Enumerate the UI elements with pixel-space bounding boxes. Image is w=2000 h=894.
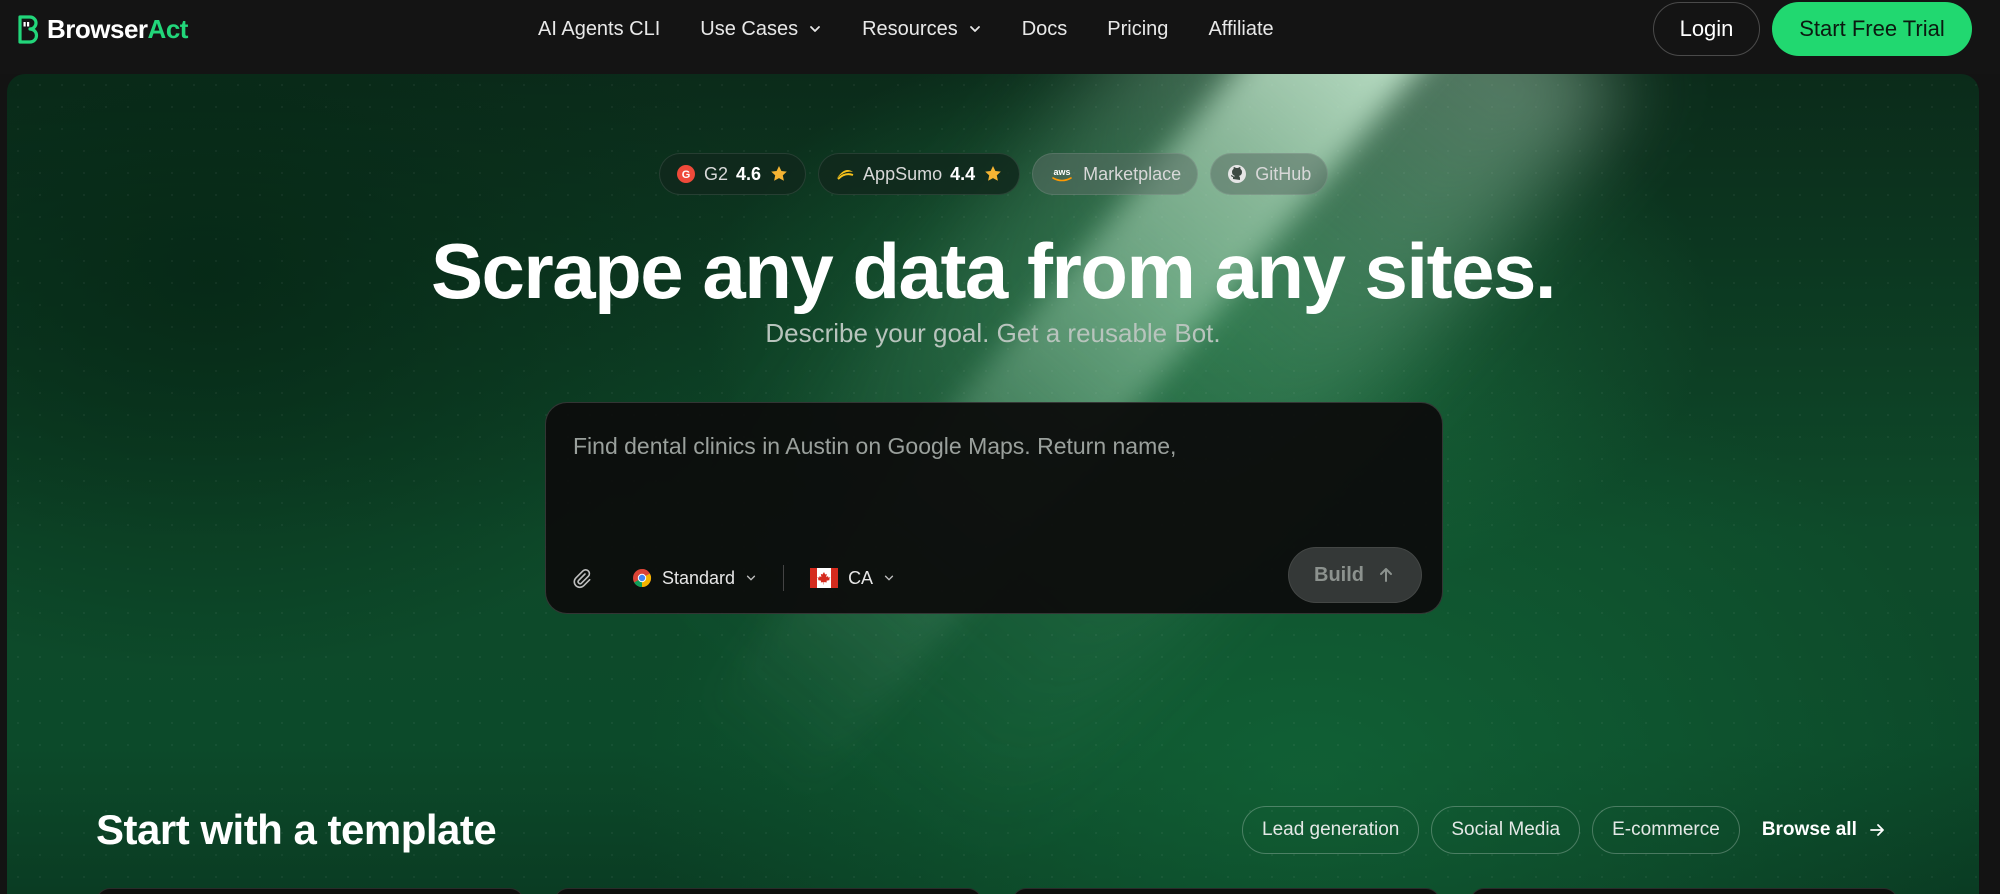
- hero-subtitle: Describe your goal. Get a reusable Bot.: [765, 318, 1221, 348]
- svg-text:G: G: [682, 169, 691, 181]
- toolbar-divider: [783, 565, 785, 591]
- template-cards: [96, 888, 1898, 894]
- nav-link-resources[interactable]: Resources: [862, 18, 982, 41]
- build-button[interactable]: Build: [1288, 547, 1422, 603]
- chip-e-commerce[interactable]: E-commerce: [1592, 806, 1740, 854]
- badge-g2[interactable]: G G2 4.6: [659, 153, 807, 195]
- chevron-down-icon: [746, 575, 756, 581]
- hero-title: Scrape any data from any sites.: [431, 227, 1557, 315]
- arrow-right-icon: [1869, 824, 1884, 836]
- logo[interactable]: BrowserAct: [17, 13, 188, 45]
- badge-rating: 4.6: [736, 163, 762, 184]
- template-filters: Lead generation Social Media E-commerce …: [1242, 806, 1887, 854]
- rating-badges: G G2 4.6 AppSumo 4.4 aws Marketplace Git…: [659, 153, 1329, 195]
- chevron-down-icon: [810, 26, 821, 32]
- chevron-down-icon: [884, 575, 894, 581]
- badge-name: Marketplace: [1083, 163, 1182, 184]
- appsumo-icon: [837, 170, 854, 180]
- build-button-label: Build: [1314, 563, 1364, 586]
- aws-icon: aws: [1052, 167, 1072, 182]
- badge-aws-marketplace[interactable]: aws Marketplace: [1032, 153, 1199, 195]
- country-select[interactable]: CA: [810, 568, 895, 589]
- paperclip-icon[interactable]: [570, 567, 592, 589]
- browseract-logo-icon: [18, 15, 39, 44]
- start-free-trial-button[interactable]: Start Free Trial: [1772, 2, 1972, 56]
- login-button[interactable]: Login: [1653, 2, 1760, 56]
- prompt-input[interactable]: Find dental clinics in Austin on Google …: [573, 433, 1176, 460]
- chevron-down-icon: [969, 26, 980, 32]
- nav-link-use-cases[interactable]: Use Cases: [700, 18, 822, 41]
- chrome-icon: [633, 569, 652, 587]
- badge-rating: 4.4: [950, 163, 976, 184]
- chip-lead-generation[interactable]: Lead generation: [1242, 806, 1420, 854]
- logo-text-act: Act: [147, 13, 189, 44]
- logo-text: BrowserAct: [47, 14, 188, 45]
- nav-link-label: Affiliate: [1208, 17, 1274, 40]
- github-icon: [1228, 165, 1247, 183]
- browse-all-link[interactable]: Browse all: [1762, 819, 1887, 841]
- prompt-box[interactable]: Find dental clinics in Austin on Google …: [545, 402, 1443, 614]
- nav-link-label: Resources: [862, 17, 958, 40]
- badge-name: G2: [704, 163, 729, 184]
- svg-text:aws: aws: [1054, 167, 1071, 177]
- nav-link-docs[interactable]: Docs: [1022, 18, 1068, 41]
- star-icon: [771, 166, 787, 181]
- nav-link-ai-agents-cli[interactable]: AI Agents CLI: [538, 18, 660, 41]
- nav-link-pricing[interactable]: Pricing: [1107, 18, 1168, 41]
- browse-all-label: Browse all: [1761, 819, 1857, 840]
- g2-icon: G: [677, 165, 695, 183]
- templates-title: Start with a template: [96, 806, 497, 853]
- nav-link-affiliate[interactable]: Affiliate: [1208, 18, 1273, 41]
- nav-link-label: AI Agents CLI: [538, 17, 661, 40]
- browser-mode-select[interactable]: Standard: [632, 568, 757, 589]
- badge-name: GitHub: [1255, 163, 1312, 184]
- nav-link-label: Use Cases: [700, 17, 799, 40]
- badge-appsumo[interactable]: AppSumo 4.4: [818, 153, 1021, 195]
- badge-github[interactable]: GitHub: [1210, 153, 1329, 195]
- country-label: CA: [848, 567, 874, 588]
- nav-link-label: Docs: [1021, 17, 1068, 40]
- star-icon: [985, 166, 1001, 181]
- nav-links: AI Agents CLI Use Cases Resources Docs P…: [538, 0, 1274, 58]
- prompt-toolbar: Standard CA: [570, 565, 895, 591]
- template-card[interactable]: [1470, 888, 1898, 894]
- badge-name: AppSumo: [863, 163, 943, 184]
- template-card[interactable]: [96, 888, 524, 894]
- template-card[interactable]: [1012, 888, 1440, 894]
- chip-social-media[interactable]: Social Media: [1431, 806, 1581, 854]
- hero-section: G G2 4.6 AppSumo 4.4 aws Marketplace Git…: [7, 74, 1979, 894]
- nav-link-label: Pricing: [1107, 17, 1169, 40]
- logo-text-browser: Browser: [47, 13, 148, 44]
- arrow-up-icon: [1380, 568, 1392, 582]
- top-nav: BrowserAct AI Agents CLI Use Cases Resou…: [0, 0, 2000, 74]
- template-card[interactable]: [554, 888, 982, 894]
- browser-mode-label: Standard: [662, 567, 736, 588]
- canada-flag-icon: [810, 568, 839, 588]
